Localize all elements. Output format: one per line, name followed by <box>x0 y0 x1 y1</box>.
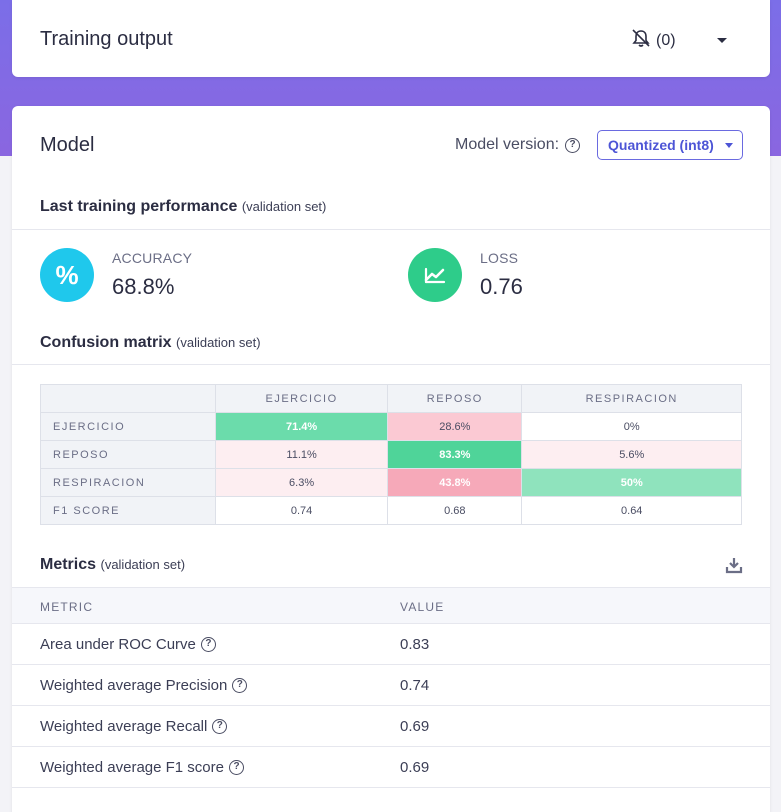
f1-cell: 0.68 <box>387 496 523 525</box>
metric-column-header: METRIC <box>40 600 94 614</box>
confusion-title: Confusion matrix <box>40 334 172 351</box>
metric-name-text: Weighted average Precision <box>40 677 228 694</box>
metrics-title: Metrics <box>40 556 97 573</box>
model-card: Model Model version: ? Quantized (int8) … <box>12 106 770 812</box>
notifications-button[interactable]: (0) <box>630 28 676 53</box>
download-icon[interactable] <box>725 556 743 574</box>
row-header: REPOSO <box>40 440 216 469</box>
chevron-down-icon <box>717 38 727 43</box>
bell-off-icon <box>630 28 652 53</box>
notifications-count: (0) <box>656 31 676 49</box>
f1-cell: 0.64 <box>521 496 742 525</box>
metric-value: 0.83 <box>400 636 430 653</box>
loss-label: LOSS <box>480 250 519 266</box>
value-column-header: VALUE <box>400 600 445 614</box>
model-version-label: Model version: ? <box>455 136 581 154</box>
metric-value: 0.74 <box>400 677 430 694</box>
table-header-row: EJERCICIO REPOSO RESPIRACION <box>40 384 742 413</box>
table-row: EJERCICIO 71.4% 28.6% 0% <box>40 412 742 441</box>
trending-up-icon <box>408 248 462 302</box>
model-version-value: Quantized (int8) <box>608 137 714 153</box>
row-header: RESPIRACION <box>40 468 216 497</box>
metric-name-text: Weighted average F1 score <box>40 759 224 776</box>
row-header: F1 SCORE <box>40 496 216 525</box>
collapse-toggle[interactable] <box>712 30 732 50</box>
confusion-heading: Confusion matrix (validation set) <box>40 334 261 352</box>
divider <box>12 229 770 230</box>
metrics-heading: Metrics (validation set) <box>40 556 185 574</box>
metric-name: Weighted average F1 score ? <box>40 759 244 776</box>
matrix-cell: 43.8% <box>387 468 523 497</box>
accuracy-value: 68.8% <box>112 274 175 299</box>
metric-name-text: Area under ROC Curve <box>40 636 196 653</box>
matrix-cell: 11.1% <box>214 440 389 469</box>
percent-glyph: % <box>55 259 79 290</box>
table-row: REPOSO 11.1% 83.3% 5.6% <box>40 440 742 469</box>
column-header: RESPIRACION <box>521 384 742 413</box>
help-icon[interactable]: ? <box>200 637 216 652</box>
metrics-subtitle: (validation set) <box>100 557 186 572</box>
table-row: Weighted average Precision ? 0.74 <box>12 665 770 706</box>
metric-name: Weighted average Precision ? <box>40 677 248 694</box>
help-icon[interactable]: ? <box>565 137 581 153</box>
performance-title: Last training performance <box>40 198 238 215</box>
loss-value: 0.76 <box>480 274 523 299</box>
table-row: Area under ROC Curve ? 0.83 <box>12 624 770 665</box>
performance-subtitle: (validation set) <box>241 199 327 214</box>
table-row: F1 SCORE 0.74 0.68 0.64 <box>40 496 742 525</box>
caret-down-icon <box>725 143 733 148</box>
corner-cell <box>40 384 216 413</box>
help-icon[interactable]: ? <box>229 760 244 775</box>
metric-name: Weighted average Recall ? <box>40 718 228 735</box>
matrix-cell: 5.6% <box>521 440 742 469</box>
model-version-select[interactable]: Quantized (int8) <box>597 130 743 160</box>
table-row: RESPIRACION 6.3% 43.8% 50% <box>40 468 742 497</box>
metric-name: Area under ROC Curve ? <box>40 636 216 653</box>
training-output-header: Training output (0) <box>12 0 770 77</box>
matrix-cell: 6.3% <box>214 468 389 497</box>
confusion-subtitle: (validation set) <box>176 335 261 350</box>
row-header: EJERCICIO <box>40 412 216 441</box>
help-icon[interactable]: ? <box>212 719 228 734</box>
column-header: REPOSO <box>387 384 523 413</box>
metric-value: 0.69 <box>400 718 430 735</box>
table-row: Weighted average Recall ? 0.69 <box>12 706 770 747</box>
matrix-cell: 83.3% <box>387 440 523 469</box>
accuracy-label: ACCURACY <box>112 250 193 266</box>
f1-cell: 0.74 <box>214 496 389 525</box>
confusion-matrix-table: EJERCICIO REPOSO RESPIRACION EJERCICIO 7… <box>40 384 742 525</box>
page-title: Training output <box>40 28 173 50</box>
help-icon[interactable]: ? <box>232 678 248 693</box>
metrics-table-header: METRIC VALUE <box>12 587 770 624</box>
table-row: Weighted average F1 score ? 0.69 <box>12 747 770 788</box>
model-version-text: Model version: <box>455 136 560 153</box>
matrix-cell: 0% <box>521 412 742 441</box>
performance-heading: Last training performance (validation se… <box>40 198 326 216</box>
matrix-cell: 50% <box>521 468 742 497</box>
matrix-cell: 71.4% <box>214 412 389 441</box>
divider <box>12 364 770 365</box>
model-title: Model <box>40 134 95 156</box>
metric-value: 0.69 <box>400 759 430 776</box>
matrix-cell: 28.6% <box>387 412 523 441</box>
column-header: EJERCICIO <box>214 384 389 413</box>
metric-name-text: Weighted average Recall <box>40 718 208 735</box>
percent-icon: % <box>40 248 94 302</box>
